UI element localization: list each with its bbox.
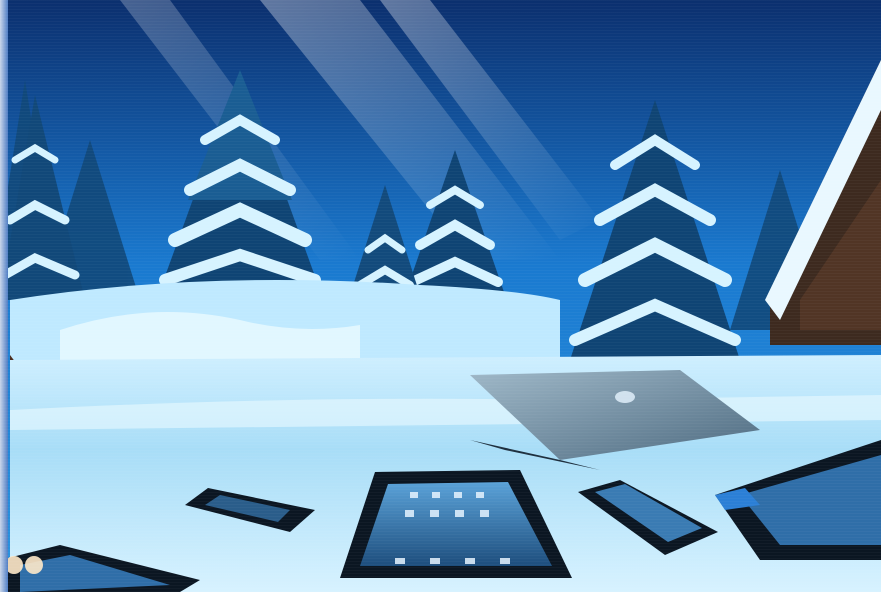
- left-edge-bar: [0, 0, 8, 592]
- scene-illustration: [0, 0, 881, 592]
- snow-scene-photo: [0, 0, 881, 592]
- apple-logo-icon: [615, 391, 635, 403]
